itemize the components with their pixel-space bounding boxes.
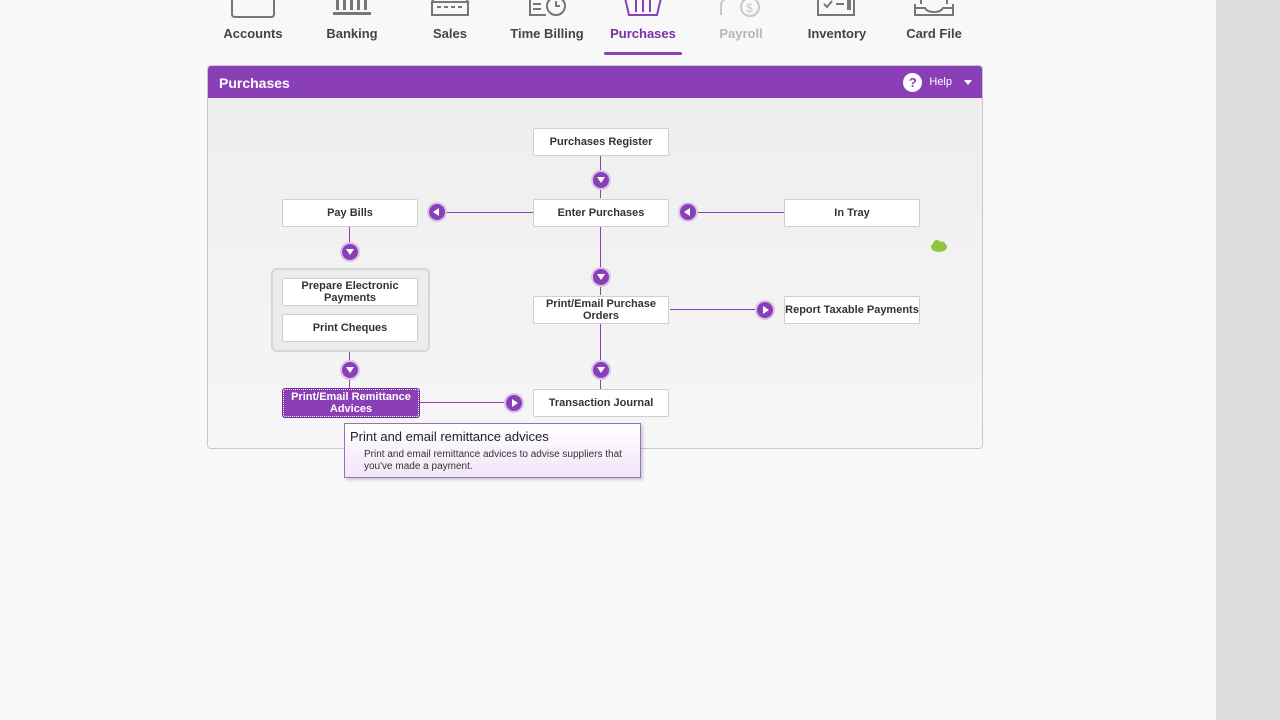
prepare-electronic-payments-button[interactable]: Prepare Electronic Payments [282, 278, 418, 306]
tab-payroll[interactable]: $ Payroll [693, 0, 789, 58]
tab-card-file[interactable]: Card File [886, 0, 982, 58]
connector-line [419, 402, 514, 403]
purchases-panel: Purchases ? Help Purchases Register Ente… [207, 65, 983, 449]
arrow-left-icon [429, 204, 445, 220]
tab-card-file-label: Card File [906, 26, 962, 41]
arrow-left-icon [680, 204, 696, 220]
svg-text:$: $ [746, 1, 753, 15]
tab-payroll-label: Payroll [719, 26, 763, 41]
connector-line [436, 212, 533, 213]
right-sidebar [1216, 0, 1280, 720]
cloud-icon [931, 240, 947, 252]
purchases-register-button[interactable]: Purchases Register [533, 128, 669, 156]
tab-inventory-label: Inventory [807, 26, 867, 41]
tab-time-billing-label: Time Billing [510, 26, 584, 41]
tab-sales-label: Sales [433, 26, 467, 41]
report-taxable-payments-button[interactable]: Report Taxable Payments [784, 296, 920, 324]
tab-purchases-label: Purchases [610, 26, 676, 41]
flow-area: Purchases Register Enter Purchases In Tr… [208, 98, 982, 448]
transaction-journal-button[interactable]: Transaction Journal [533, 389, 669, 417]
time-billing-icon [529, 0, 566, 16]
print-email-remittance-advices-button[interactable]: Print/Email Remittance Advices [282, 388, 420, 418]
tooltip-text: Print and email remittance advices to ad… [364, 449, 622, 472]
connector-line [600, 324, 601, 389]
cash-register-icon [431, 0, 470, 16]
print-email-purchase-orders-button[interactable]: Print/Email Purchase Orders [533, 296, 669, 324]
basket-icon [624, 0, 662, 16]
tooltip: Print and email remittance advices Print… [344, 423, 641, 478]
card-file-icon [914, 0, 954, 16]
arrow-down-icon [342, 244, 358, 260]
help-icon: ? [903, 72, 923, 92]
connector-line [687, 212, 784, 213]
tooltip-title: Print and email remittance advices [350, 429, 549, 444]
tab-banking-label: Banking [326, 26, 378, 41]
arrow-down-icon [593, 172, 609, 188]
active-tab-indicator [604, 52, 682, 55]
arrow-right-icon [506, 395, 522, 411]
tab-inventory[interactable]: Inventory [789, 0, 885, 58]
tab-accounts[interactable]: Accounts [205, 0, 301, 58]
in-tray-button[interactable]: In Tray [784, 199, 920, 227]
tab-purchases[interactable]: Purchases [595, 0, 691, 58]
tab-time-billing[interactable]: Time Billing [499, 0, 595, 58]
folder-icon [231, 0, 275, 18]
arrow-right-icon [757, 302, 773, 318]
tab-banking[interactable]: Banking [304, 0, 400, 58]
print-cheques-button[interactable]: Print Cheques [282, 314, 418, 342]
panel-title: Purchases [219, 75, 290, 91]
arrow-down-icon [593, 362, 609, 378]
arrow-down-icon [342, 362, 358, 378]
connector-line [670, 309, 765, 310]
payroll-icon: $ [720, 0, 760, 17]
tab-sales[interactable]: Sales [402, 0, 498, 58]
tab-accounts-label: Accounts [223, 26, 283, 41]
help-label: Help [929, 76, 952, 88]
panel-header: Purchases ? Help [208, 66, 982, 98]
pay-bills-button[interactable]: Pay Bills [282, 199, 418, 227]
inventory-icon [817, 0, 855, 16]
chevron-down-icon [964, 79, 972, 85]
help-button[interactable]: ? Help [903, 72, 972, 92]
enter-purchases-button[interactable]: Enter Purchases [533, 199, 669, 227]
bank-icon [333, 0, 371, 15]
arrow-down-icon [593, 269, 609, 285]
